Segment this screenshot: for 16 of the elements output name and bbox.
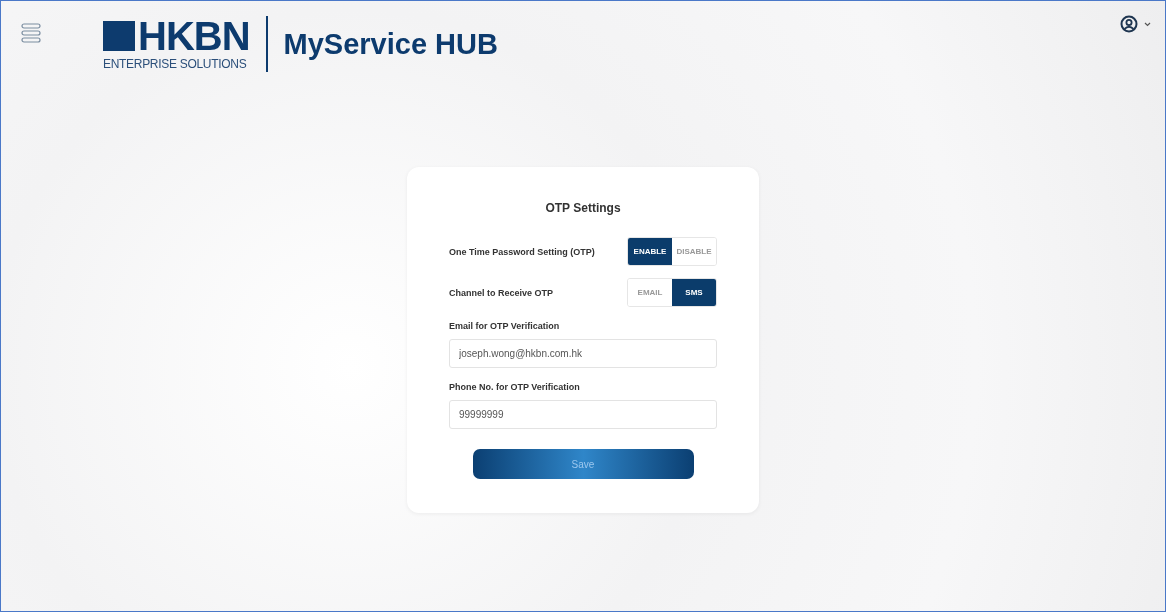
input-field[interactable]: joseph.wong@hkbn.com.hk [449,339,717,368]
brand-logo-text: HKBN [138,17,250,54]
field-label: Phone No. for OTP Verification [449,382,581,392]
user-account-icon[interactable] [1120,15,1138,33]
toggle-label: One Time Password Setting (OTP) [449,246,595,257]
field-label: Email for OTP Verification [449,321,561,331]
card-title: OTP Settings [544,201,622,215]
toggle-label: Channel to Receive OTP [449,287,554,298]
menu-icon[interactable] [21,22,41,44]
input-field[interactable]: 99999999 [449,400,717,429]
chevron-down-icon[interactable] [1144,21,1151,27]
product-title: MyService HUB [283,27,498,61]
logo-square-icon [103,20,135,51]
brand-subtitle: ENTERPRISE SOLUTIONS [103,56,248,71]
toggle-option[interactable]: SMS [672,279,716,306]
toggle-option[interactable]: ENABLE [628,238,672,265]
